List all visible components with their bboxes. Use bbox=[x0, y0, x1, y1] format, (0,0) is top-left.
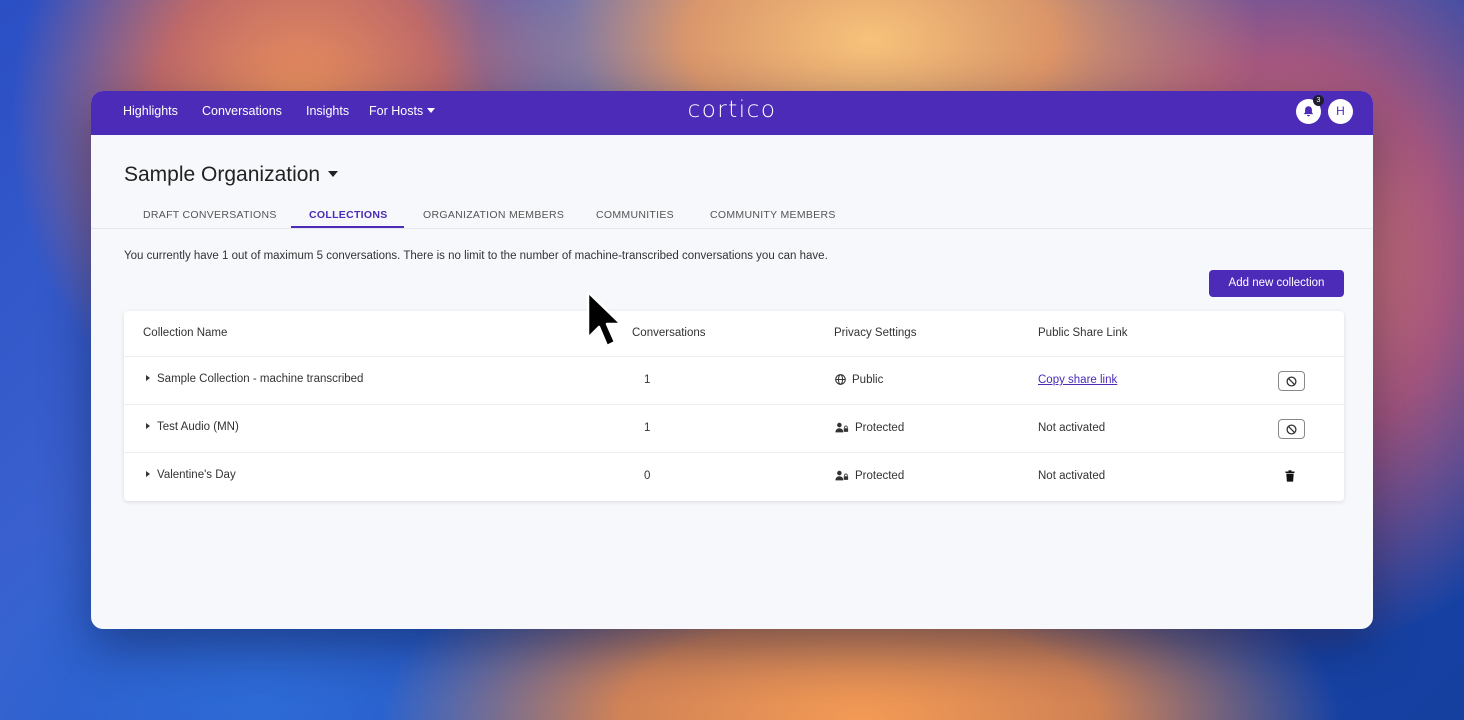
deactivate-button[interactable] bbox=[1278, 371, 1305, 391]
privacy-setting: Protected bbox=[835, 422, 904, 434]
conversation-count: 1 bbox=[644, 374, 651, 386]
add-new-collection-button[interactable]: Add new collection bbox=[1209, 270, 1344, 297]
caret-right-icon bbox=[146, 471, 150, 477]
collection-name: Sample Collection - machine transcribed bbox=[157, 373, 364, 385]
tabs-divider bbox=[91, 228, 1373, 229]
header-public-share-link: Public Share Link bbox=[1038, 327, 1128, 339]
privacy-label: Protected bbox=[855, 422, 905, 434]
tab-community-members[interactable]: COMMUNITY MEMBERS bbox=[710, 209, 836, 221]
privacy-setting: Protected bbox=[835, 470, 904, 482]
header-conversations: Conversations bbox=[632, 327, 706, 339]
privacy-label: Protected bbox=[855, 470, 905, 482]
privacy-label: Public bbox=[852, 374, 884, 386]
share-link-status: Not activated bbox=[1038, 422, 1106, 434]
collection-name-toggle[interactable]: Test Audio (MN) bbox=[146, 421, 239, 433]
bell-icon bbox=[1303, 106, 1314, 117]
user-lock-icon bbox=[835, 470, 849, 481]
active-tab-indicator bbox=[291, 226, 404, 228]
copy-share-link[interactable]: Copy share link bbox=[1038, 374, 1117, 386]
mouse-pointer-icon bbox=[586, 290, 622, 348]
ban-icon bbox=[1286, 423, 1297, 435]
tab-communities[interactable]: COMMUNITIES bbox=[596, 209, 674, 221]
table-row: Valentine's Day 0 Protected Not activate… bbox=[124, 452, 1344, 500]
notification-count-badge: 3 bbox=[1313, 95, 1324, 106]
header-privacy-settings: Privacy Settings bbox=[834, 327, 917, 339]
caret-right-icon bbox=[146, 375, 150, 381]
user-avatar[interactable]: H bbox=[1328, 99, 1353, 124]
conversation-limit-text: You currently have 1 out of maximum 5 co… bbox=[124, 250, 828, 262]
caret-down-icon bbox=[328, 171, 339, 177]
cortico-logo: cortico bbox=[687, 97, 777, 123]
collections-table: Collection Name Conversations Privacy Se… bbox=[124, 311, 1344, 501]
conversation-count: 1 bbox=[644, 422, 651, 434]
caret-right-icon bbox=[146, 423, 150, 429]
collection-name: Test Audio (MN) bbox=[157, 421, 239, 433]
tab-collections[interactable]: COLLECTIONS bbox=[309, 209, 388, 221]
ban-icon bbox=[1286, 375, 1297, 387]
collection-name: Valentine's Day bbox=[157, 469, 236, 481]
user-lock-icon bbox=[835, 422, 849, 433]
table-row: Sample Collection - machine transcribed … bbox=[124, 356, 1344, 404]
table-row: Test Audio (MN) 1 Protected Not activate… bbox=[124, 404, 1344, 452]
conversation-count: 0 bbox=[644, 470, 651, 482]
organization-selector[interactable]: Sample Organization bbox=[124, 163, 339, 187]
globe-icon bbox=[835, 374, 846, 385]
notifications-button[interactable]: 3 bbox=[1296, 95, 1324, 124]
tab-draft-conversations[interactable]: DRAFT CONVERSATIONS bbox=[143, 209, 277, 221]
trash-icon bbox=[1285, 470, 1295, 482]
delete-collection-button[interactable] bbox=[1285, 469, 1295, 487]
deactivate-button[interactable] bbox=[1278, 419, 1305, 439]
share-link-status: Not activated bbox=[1038, 470, 1106, 482]
app-window: Highlights Conversations Insights For Ho… bbox=[91, 91, 1373, 629]
collection-name-toggle[interactable]: Sample Collection - machine transcribed bbox=[146, 373, 363, 385]
privacy-setting: Public bbox=[835, 374, 883, 386]
header-collection-name: Collection Name bbox=[143, 327, 228, 339]
tab-organization-members[interactable]: ORGANIZATION MEMBERS bbox=[423, 209, 564, 221]
top-navbar: Highlights Conversations Insights For Ho… bbox=[91, 91, 1373, 135]
collection-name-toggle[interactable]: Valentine's Day bbox=[146, 469, 236, 481]
page-title: Sample Organization bbox=[124, 163, 321, 186]
